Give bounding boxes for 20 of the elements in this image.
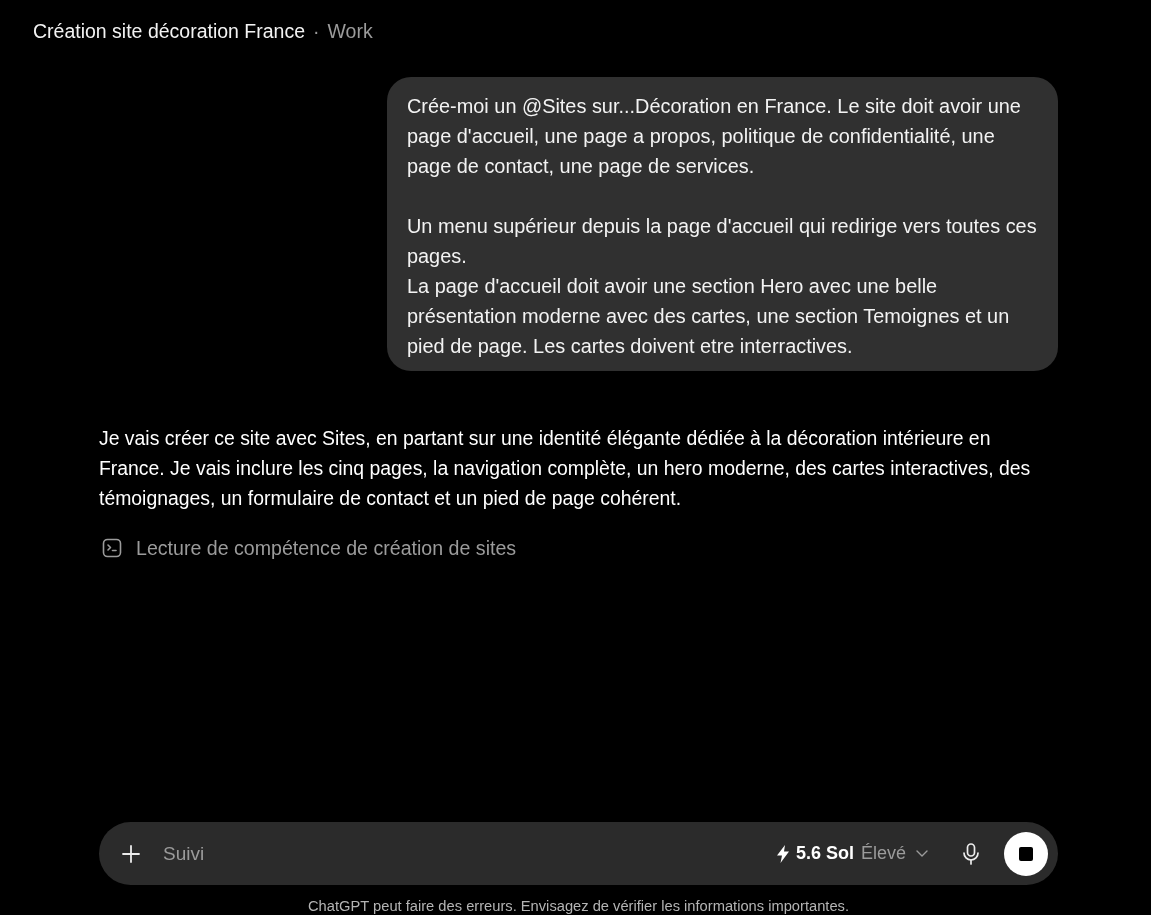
microphone-icon bbox=[963, 842, 979, 865]
message-paragraph: Un menu supérieur depuis la page d'accueil qui redirige vers toutes ces pages. La page d'accueil doit avoir une section Hero avec une belle présentation moderne avec des cartes, une section Temoignes et un pied de page. Les cartes doivent etre interractives. bbox=[407, 214, 1038, 359]
message-input[interactable]: Suivi bbox=[163, 838, 777, 869]
separator-dot: · bbox=[313, 19, 320, 43]
assistant-message: Je vais créer ce site avec Sites, en partant sur une identité élégante dédiée à la décoration intérieure en France. Je vais inclure les cinq pages, la navigation complète, un hero moderne, des cartes interactives, des témoignages, un formulaire de contact et un pied de page cohérent. bbox=[99, 426, 1032, 511]
microphone-button[interactable] bbox=[962, 841, 980, 866]
stop-icon bbox=[1019, 846, 1033, 861]
activity-label[interactable]: Lecture de compétence de création de sites bbox=[136, 533, 517, 563]
message-paragraph: Crée-moi un @Sites sur...Décoration en France. Le site doit avoir une page d'accueil, une page a propos, politique de confidentialité, une page de contact, une page de services. bbox=[407, 94, 1022, 179]
workspace-label: Work bbox=[327, 19, 373, 43]
model-selector[interactable]: 5.6 Sol Élevé bbox=[776, 843, 928, 864]
add-button[interactable] bbox=[120, 842, 142, 865]
lightning-icon bbox=[776, 844, 789, 863]
stop-button[interactable] bbox=[1004, 831, 1048, 876]
disclaimer-text: ChatGPT peut faire des erreurs. Envisagez de vérifier les informations importantes. bbox=[308, 897, 849, 915]
conversation-title: Création site décoration France bbox=[33, 19, 306, 43]
chevron-down-icon bbox=[916, 850, 928, 857]
message-composer[interactable]: Suivi 5.6 Sol Élevé bbox=[99, 822, 1058, 885]
plus-icon bbox=[121, 843, 141, 864]
terminal-icon bbox=[102, 538, 122, 558]
